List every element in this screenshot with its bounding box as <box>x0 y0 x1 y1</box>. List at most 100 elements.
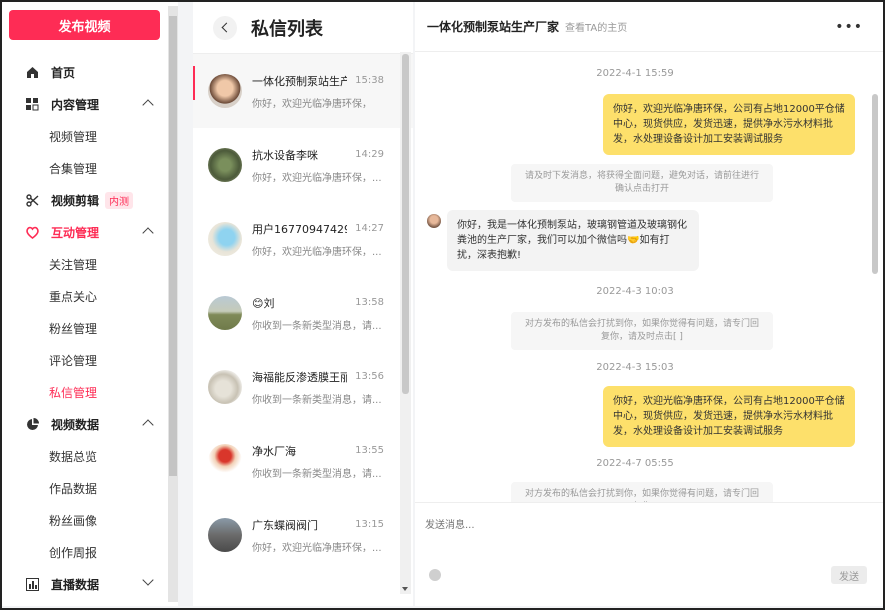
sidebar-item-label: 作品数据 <box>49 481 98 496</box>
conversation-item[interactable]: 广东蝶阀阀门 13:15 你好，欢迎光临净唐环保，... <box>193 498 413 572</box>
message-list: 2022-4-1 15:59 你好，欢迎光临净唐环保，公司有占地12000平仓储… <box>415 52 883 502</box>
sidebar-item-video-data[interactable]: 视频数据 <box>2 408 162 440</box>
sidebar-item-weekly-report[interactable]: 创作周报 <box>2 536 162 568</box>
chevron-up-icon <box>142 419 154 431</box>
sidebar-item-collection-manage[interactable]: 合集管理 <box>2 152 162 184</box>
scissors-icon <box>25 193 39 207</box>
conversation-time: 15:38 <box>355 75 384 86</box>
content-grid-icon <box>25 97 39 111</box>
conversation-name: 抗水设备李咪 <box>252 148 318 162</box>
sidebar-item-interaction[interactable]: 互动管理 <box>2 216 162 248</box>
smiley-emoji-icon: 😊 <box>252 296 264 310</box>
conversation-name: 😊刘 <box>252 295 347 311</box>
more-options-icon[interactable]: ••• <box>835 19 863 35</box>
sidebar-item-fans-manage[interactable]: 粉丝管理 <box>2 312 162 344</box>
conversation-item[interactable]: 抗水设备李咪 14:29 你好，欢迎光临净唐环保，... <box>193 128 413 202</box>
avatar <box>208 148 242 182</box>
sidebar-item-data-overview[interactable]: 数据总览 <box>2 440 162 472</box>
back-icon[interactable] <box>213 15 237 40</box>
scroll-down-arrow-icon[interactable] <box>402 587 408 591</box>
sidebar-item-label: 重点关心 <box>49 289 98 304</box>
conversation-name: 净水厂海 <box>252 444 296 458</box>
conversation-item[interactable]: 用户1677094742937 14:27 你好，欢迎光临净唐环保，... <box>193 202 413 276</box>
scrollbar-thumb[interactable] <box>402 54 409 394</box>
sidebar-item-works-data[interactable]: 作品数据 <box>2 472 162 504</box>
conversation-time: 13:55 <box>355 445 384 456</box>
sidebar-item-message-manage[interactable]: 私信管理 <box>2 376 162 408</box>
message-input[interactable] <box>425 515 825 535</box>
message-timestamp: 2022-4-7 05:55 <box>596 458 674 469</box>
avatar <box>208 518 242 552</box>
conversation-time: 14:29 <box>355 149 384 160</box>
sidebar-item-label: 互动管理 <box>51 225 100 240</box>
sidebar-item-label: 评论管理 <box>49 353 98 368</box>
message-composer: 发送 <box>415 502 883 606</box>
sidebar-item-label: 创作周报 <box>49 545 98 560</box>
beta-badge: 内测 <box>105 191 134 209</box>
chat-scrollbar[interactable] <box>870 54 880 500</box>
bar-chart-icon <box>25 577 39 591</box>
conversation-list-panel: 私信列表 一体化预制泵站生产厂... 15:38 你好，欢迎光临净唐环保， 抗水… <box>193 2 413 606</box>
conversation-name: 一体化预制泵站生产厂... <box>252 74 347 88</box>
outgoing-message: 你好，欢迎光临净唐环保，公司有占地12000平仓储中心，现货供应，发货迅速，提供… <box>603 386 855 447</box>
view-profile-link[interactable]: 查看TA的主页 <box>565 19 627 34</box>
conversation-item[interactable]: 😊刘 13:58 你收到一条新类型消息，请... <box>193 276 413 350</box>
page-title: 私信列表 <box>251 18 323 40</box>
chat-contact-name: 一体化预制泵站生产厂家 <box>427 20 560 34</box>
sidebar-item-fans-portrait[interactable]: 粉丝画像 <box>2 504 162 536</box>
sidebar-item-label: 视频数据 <box>51 417 100 432</box>
sidebar-item-video-edit[interactable]: 视频剪辑 内测 <box>2 184 162 216</box>
sidebar-item-home[interactable]: 首页 <box>2 56 162 88</box>
pie-chart-icon <box>25 417 39 431</box>
sidebar-scrollbar[interactable] <box>168 6 178 602</box>
sidebar-item-live-data[interactable]: 直播数据 <box>2 568 162 600</box>
sidebar-item-label: 粉丝画像 <box>49 513 98 528</box>
scrollbar-thumb[interactable] <box>169 16 177 476</box>
conversation-preview: 你好，欢迎光临净唐环保，... <box>252 542 382 554</box>
chevron-up-icon <box>142 227 154 239</box>
message-timestamp: 2022-4-1 15:59 <box>596 68 674 79</box>
conversation-preview: 你好，欢迎光临净唐环保，... <box>252 246 382 258</box>
conversation-item[interactable]: 净水厂海 13:55 你收到一条新类型消息，请... <box>193 424 413 498</box>
conversation-time: 13:15 <box>355 519 384 530</box>
conversation-time: 14:27 <box>355 223 384 234</box>
list-header: 私信列表 <box>193 2 413 54</box>
avatar <box>208 74 242 108</box>
chevron-down-icon <box>142 574 154 586</box>
conversation-preview: 你好，欢迎光临净唐环保， <box>252 98 372 110</box>
emoji-icon[interactable] <box>429 569 441 581</box>
conversation-preview: 你收到一条新类型消息，请... <box>252 468 382 480</box>
sidebar-item-label: 视频剪辑 <box>51 193 100 208</box>
sidebar-item-label: 直播数据 <box>51 577 100 592</box>
sidebar-item-label: 合集管理 <box>49 161 98 176</box>
sidebar-item-follow-manage[interactable]: 关注管理 <box>2 248 162 280</box>
incoming-message: 你好，我是一体化预制泵站，玻璃钢管道及玻璃钢化粪池的生产厂家，我们可以加个微信吗… <box>447 210 699 271</box>
scrollbar-thumb[interactable] <box>872 94 878 274</box>
sidebar-item-key-care[interactable]: 重点关心 <box>2 280 162 312</box>
conversation-item[interactable]: 海福能反渗透膜王丽 13:56 你收到一条新类型消息，请... <box>193 350 413 424</box>
chevron-up-icon <box>142 99 154 111</box>
sidebar-item-content[interactable]: 内容管理 <box>2 88 162 120</box>
conversation-preview: 你收到一条新类型消息，请... <box>252 320 382 332</box>
conversation-time: 13:58 <box>355 297 384 308</box>
avatar <box>208 296 242 330</box>
conversation-name: 海福能反渗透膜王丽 <box>252 370 347 384</box>
sidebar-item-video-manage[interactable]: 视频管理 <box>2 120 162 152</box>
list-scrollbar[interactable] <box>400 52 411 594</box>
avatar <box>208 370 242 404</box>
send-button[interactable]: 发送 <box>831 566 867 584</box>
conversation-item[interactable]: 一体化预制泵站生产厂... 15:38 你好，欢迎光临净唐环保， <box>193 54 413 128</box>
outgoing-message: 你好，欢迎光临净唐环保，公司有占地12000平仓储中心，现货供应，发货迅速，提供… <box>603 94 855 155</box>
sidebar-item-label: 首页 <box>51 65 76 80</box>
system-notice: 对方发布的私信会打扰到你，如果你觉得有问题，请专门回复你 <box>511 482 773 502</box>
avatar <box>208 444 242 478</box>
sidebar-nav: 首页 内容管理 视频管理 合集管理 视频剪辑 内测 互动管理 关注管理 重点关心 <box>2 56 162 600</box>
sidebar-item-label: 数据总览 <box>49 449 98 464</box>
message-timestamp: 2022-4-3 15:03 <box>596 362 674 373</box>
publish-video-button[interactable]: 发布视频 <box>9 10 160 40</box>
chat-header: 一体化预制泵站生产厂家 查看TA的主页 ••• <box>415 2 883 52</box>
conversation-preview: 你收到一条新类型消息，请... <box>252 394 382 406</box>
conversation-time: 13:56 <box>355 371 384 382</box>
sidebar-item-label: 粉丝管理 <box>49 321 98 336</box>
sidebar-item-comment-manage[interactable]: 评论管理 <box>2 344 162 376</box>
